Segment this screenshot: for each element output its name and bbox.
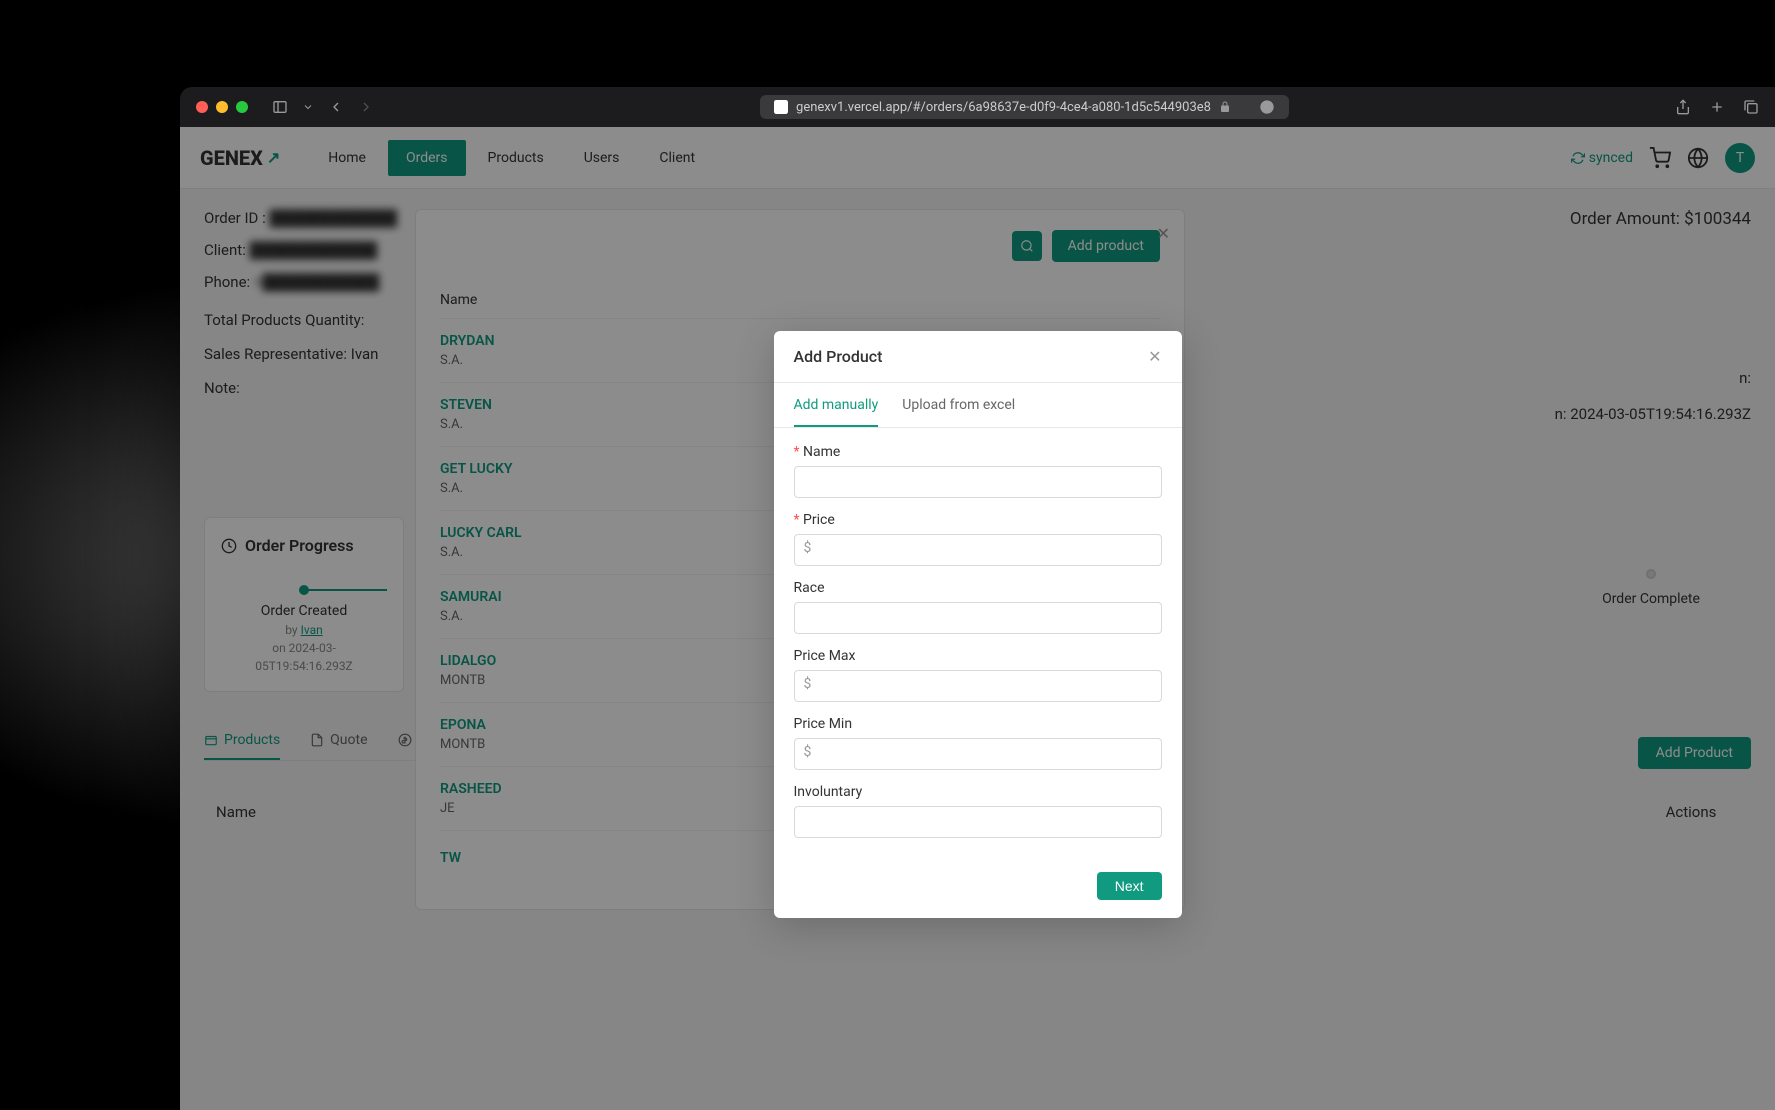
modal-close-icon[interactable]: ✕ — [1148, 347, 1161, 366]
currency-prefix-min: $ — [804, 744, 812, 760]
form-row-pricemin: Price Min $ — [794, 716, 1162, 770]
pricemax-input[interactable] — [794, 670, 1162, 702]
race-input[interactable] — [794, 602, 1162, 634]
browser-toolbar: genexv1.vercel.app/#/orders/6a98637e-d0f… — [180, 87, 1775, 127]
traffic-lights — [196, 101, 248, 113]
modal-footer: Next — [774, 860, 1182, 918]
form-row-price: Price $ — [794, 512, 1162, 566]
app-content: GENEX ↗ Home Orders Products Users Clien… — [180, 127, 1775, 1110]
currency-prefix-max: $ — [804, 676, 812, 692]
lock-icon — [1219, 101, 1231, 113]
chevron-down-icon[interactable] — [302, 101, 314, 113]
form-row-name: Name — [794, 444, 1162, 498]
sidebar-toggle-icon[interactable] — [272, 99, 288, 115]
involuntary-input[interactable] — [794, 806, 1162, 838]
forward-icon[interactable] — [358, 99, 374, 115]
modal-tab-manual[interactable]: Add manually — [794, 397, 879, 427]
pricemin-label: Price Min — [794, 716, 1162, 732]
url-text: genexv1.vercel.app/#/orders/6a98637e-d0f… — [796, 100, 1211, 115]
pricemax-label: Price Max — [794, 648, 1162, 664]
add-product-modal: Add Product ✕ Add manually Upload from e… — [774, 331, 1182, 918]
involuntary-label: Involuntary — [794, 784, 1162, 800]
race-label: Race — [794, 580, 1162, 596]
close-window-icon[interactable] — [196, 101, 208, 113]
modal-tabs: Add manually Upload from excel — [774, 383, 1182, 428]
modal-tab-excel[interactable]: Upload from excel — [902, 397, 1015, 427]
modal-body: Name Price $ Race Price Max — [774, 428, 1182, 860]
reader-icon[interactable] — [1259, 99, 1275, 115]
next-button[interactable]: Next — [1097, 872, 1162, 900]
name-label: Name — [794, 444, 1162, 460]
currency-prefix: $ — [804, 540, 812, 556]
maximize-window-icon[interactable] — [236, 101, 248, 113]
site-icon — [774, 100, 788, 114]
browser-right-controls — [1675, 99, 1759, 115]
pricemin-input[interactable] — [794, 738, 1162, 770]
modal-header: Add Product ✕ — [774, 331, 1182, 383]
url-bar[interactable]: genexv1.vercel.app/#/orders/6a98637e-d0f… — [760, 95, 1289, 119]
browser-nav-controls — [272, 99, 374, 115]
name-input[interactable] — [794, 466, 1162, 498]
minimize-window-icon[interactable] — [216, 101, 228, 113]
price-input[interactable] — [794, 534, 1162, 566]
form-row-race: Race — [794, 580, 1162, 634]
form-row-pricemax: Price Max $ — [794, 648, 1162, 702]
modal-title: Add Product — [794, 347, 883, 366]
browser-window: genexv1.vercel.app/#/orders/6a98637e-d0f… — [180, 87, 1775, 1110]
tabs-overview-icon[interactable] — [1743, 99, 1759, 115]
back-icon[interactable] — [328, 99, 344, 115]
new-tab-icon[interactable] — [1709, 99, 1725, 115]
price-label: Price — [794, 512, 1162, 528]
share-icon[interactable] — [1675, 99, 1691, 115]
form-row-involuntary: Involuntary — [794, 784, 1162, 838]
